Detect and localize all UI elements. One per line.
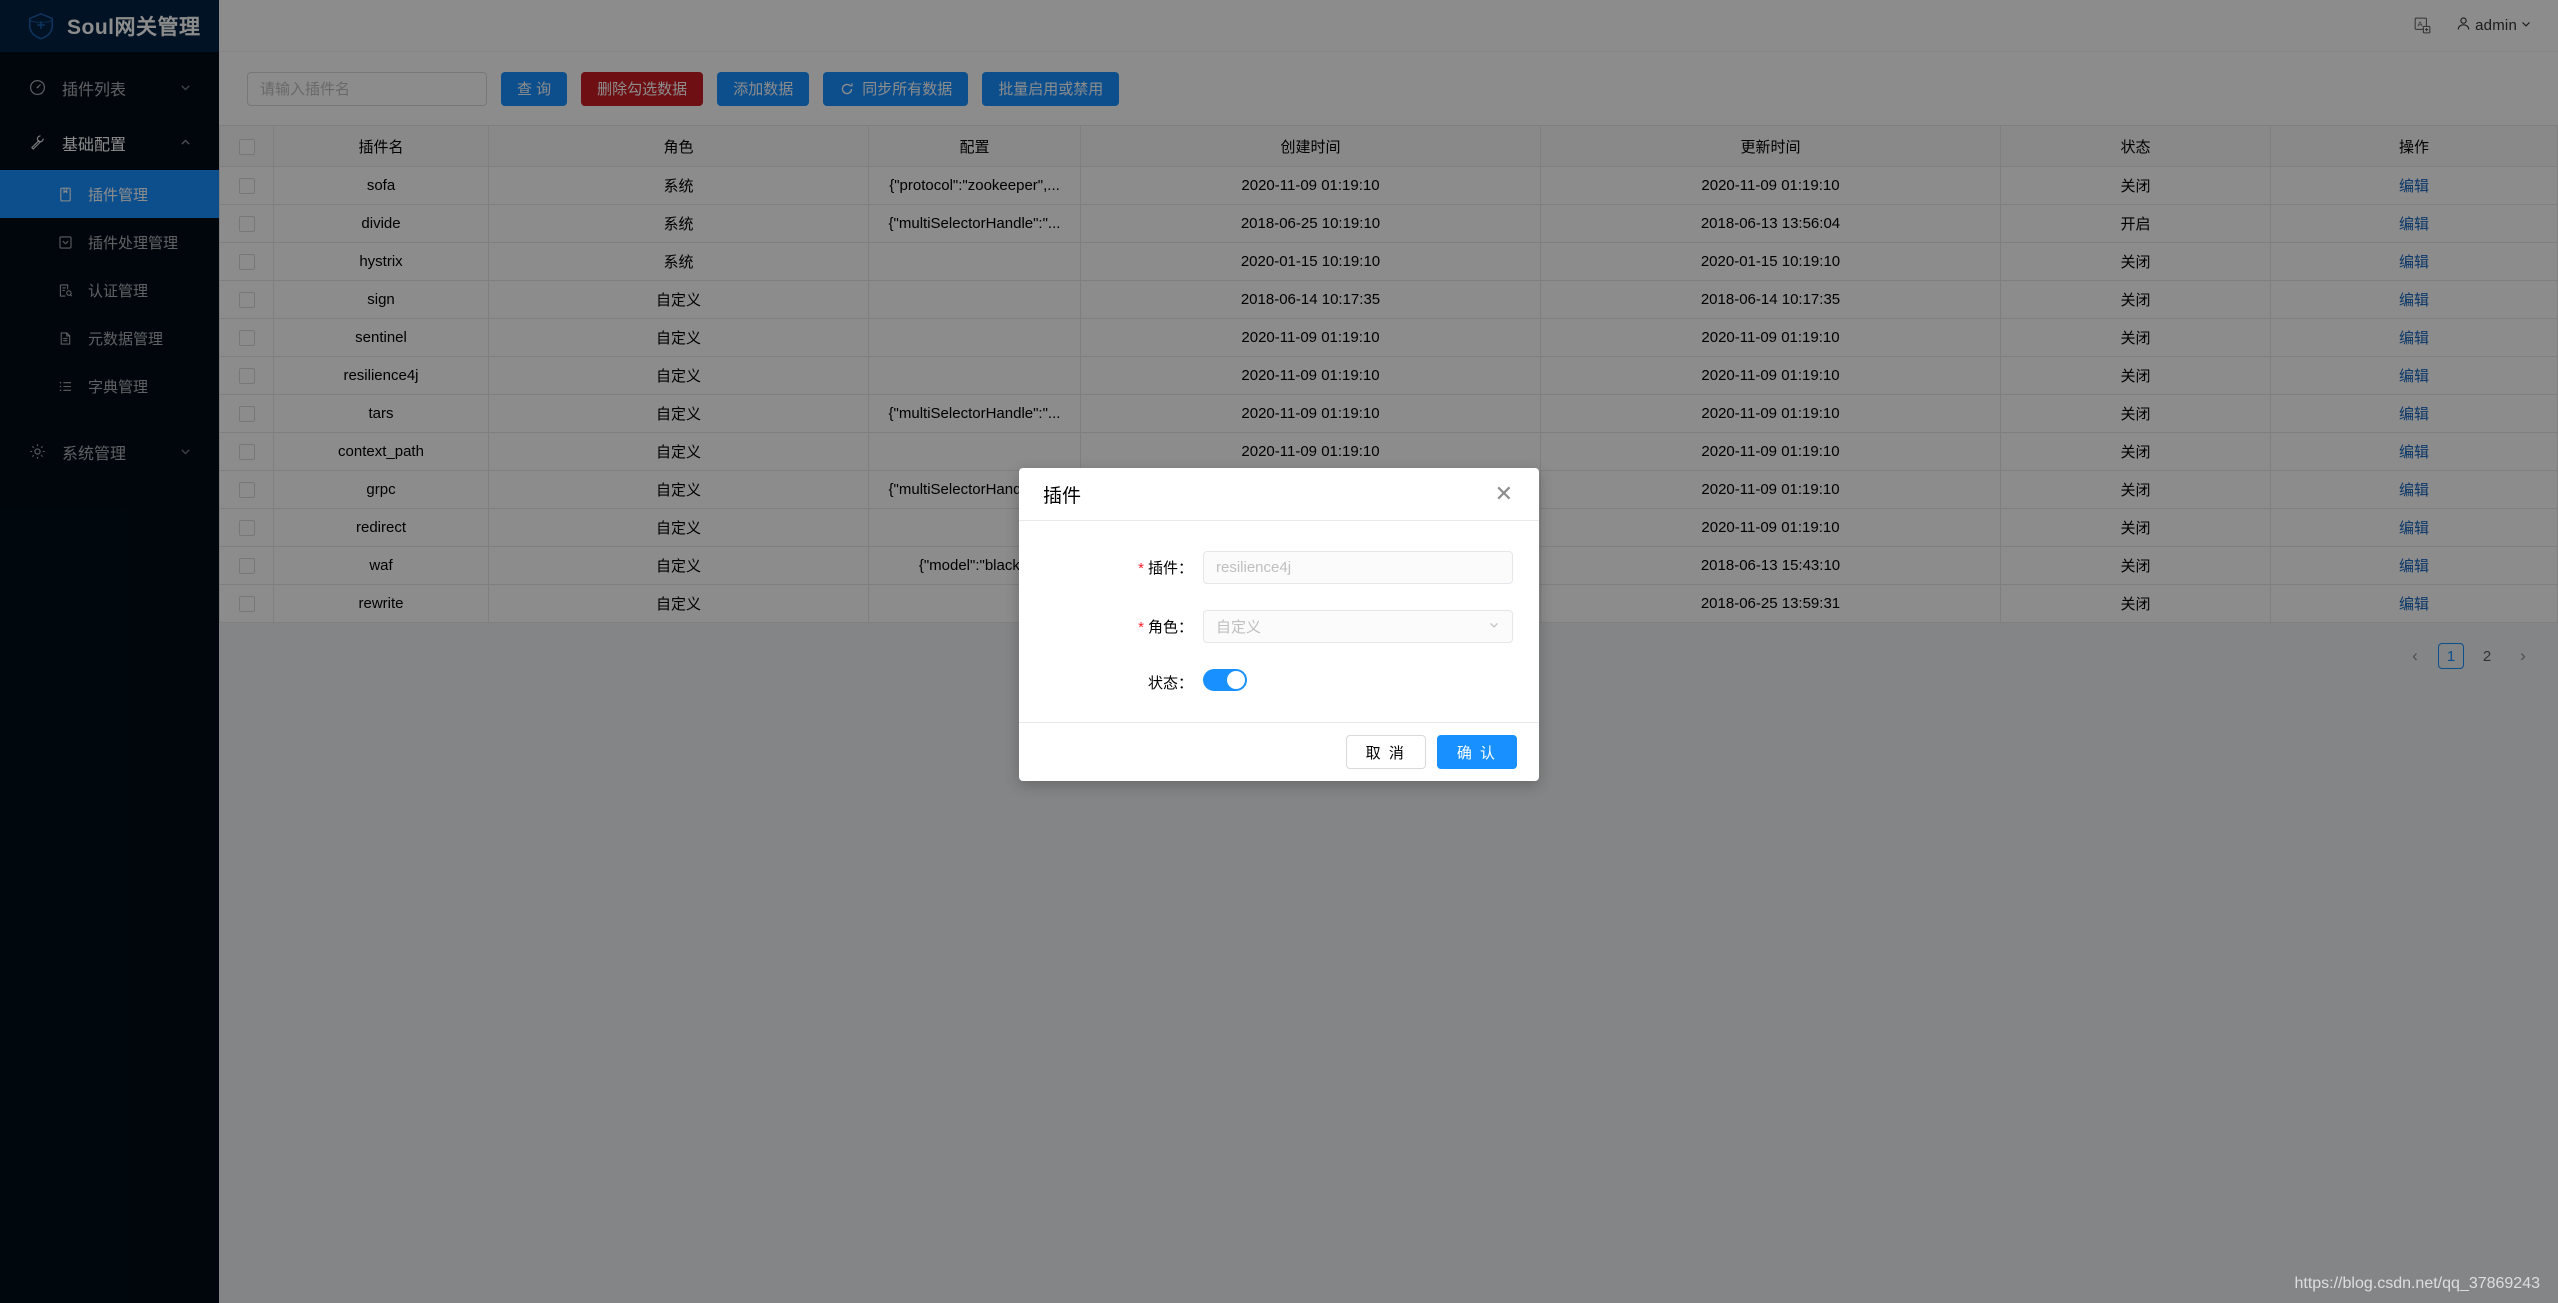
watermark: https://blog.csdn.net/qq_37869243 [2294,1275,2540,1293]
role-select[interactable]: 自定义 [1203,610,1513,643]
plugin-modal: 插件 ✕ *插件： resilience4j *角色： 自定义 [1019,468,1539,781]
modal-header: 插件 ✕ [1019,468,1539,521]
form-row-status: 状态： [1045,669,1513,696]
required-asterisk: * [1138,619,1144,636]
confirm-button[interactable]: 确 认 [1437,735,1517,769]
modal-title: 插件 [1043,481,1081,508]
app-root: Soul网关管理 插件列表 [0,0,2558,1303]
toggle-knob [1227,671,1245,689]
plugin-field-label: *插件： [1045,557,1203,578]
cancel-button[interactable]: 取 消 [1346,735,1426,769]
role-select-value: 自定义 [1216,616,1261,637]
status-field-label: 状态： [1045,672,1203,693]
chevron-down-icon [1488,619,1500,634]
close-icon[interactable]: ✕ [1491,481,1517,507]
modal-body: *插件： resilience4j *角色： 自定义 [1019,521,1539,722]
required-asterisk: * [1138,560,1144,577]
form-row-role: *角色： 自定义 [1045,610,1513,643]
role-field-label: *角色： [1045,616,1203,637]
status-toggle[interactable] [1203,669,1247,691]
form-row-plugin: *插件： resilience4j [1045,551,1513,584]
modal-footer: 取 消 确 认 [1019,722,1539,781]
plugin-name-input[interactable]: resilience4j [1203,551,1513,584]
